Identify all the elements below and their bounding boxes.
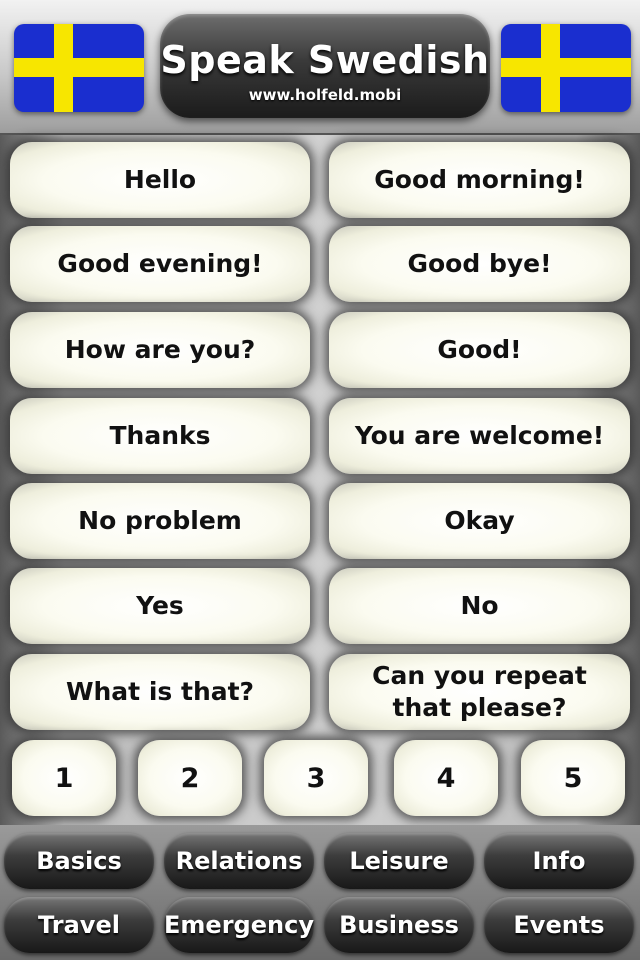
tab-business[interactable]: Business [324, 897, 474, 953]
phrase-button-hello[interactable]: Hello [10, 142, 310, 218]
tab-travel[interactable]: Travel [4, 897, 154, 953]
phrase-button-thanks[interactable]: Thanks [10, 398, 310, 474]
tab-info[interactable]: Info [484, 833, 634, 889]
page-button-5[interactable]: 5 [521, 740, 625, 816]
phrase-button-good-evening[interactable]: Good evening! [10, 226, 310, 302]
swedish-flag-icon [14, 24, 144, 112]
tab-basics[interactable]: Basics [4, 833, 154, 889]
page-button-4[interactable]: 4 [394, 740, 498, 816]
page-button-2[interactable]: 2 [138, 740, 242, 816]
phrase-button-can-you-repeat[interactable]: Can you repeat that please? [329, 654, 630, 730]
app-title: Speak Swedish [160, 38, 490, 82]
tab-leisure[interactable]: Leisure [324, 833, 474, 889]
phrase-button-yes[interactable]: Yes [10, 568, 310, 644]
app-url: www.holfeld.mobi [248, 86, 402, 104]
phrase-button-you-are-welcome[interactable]: You are welcome! [329, 398, 630, 474]
phrase-button-how-are-you[interactable]: How are you? [10, 312, 310, 388]
category-tab-bar: Basics Relations Leisure Info Travel Eme… [0, 825, 640, 960]
swedish-flag-icon [501, 24, 631, 112]
phrase-button-okay[interactable]: Okay [329, 483, 630, 559]
phrase-button-no-problem[interactable]: No problem [10, 483, 310, 559]
phrase-button-no[interactable]: No [329, 568, 630, 644]
tab-events[interactable]: Events [484, 897, 634, 953]
phrase-button-good[interactable]: Good! [329, 312, 630, 388]
page-button-1[interactable]: 1 [12, 740, 116, 816]
phrase-button-what-is-that[interactable]: What is that? [10, 654, 310, 730]
header: Speak Swedish www.holfeld.mobi [0, 0, 640, 135]
tab-relations[interactable]: Relations [164, 833, 314, 889]
page-button-3[interactable]: 3 [264, 740, 368, 816]
tab-emergency[interactable]: Emergency [164, 897, 314, 953]
title-box: Speak Swedish www.holfeld.mobi [160, 14, 490, 118]
phrase-button-good-bye[interactable]: Good bye! [329, 226, 630, 302]
phrase-button-good-morning[interactable]: Good morning! [329, 142, 630, 218]
